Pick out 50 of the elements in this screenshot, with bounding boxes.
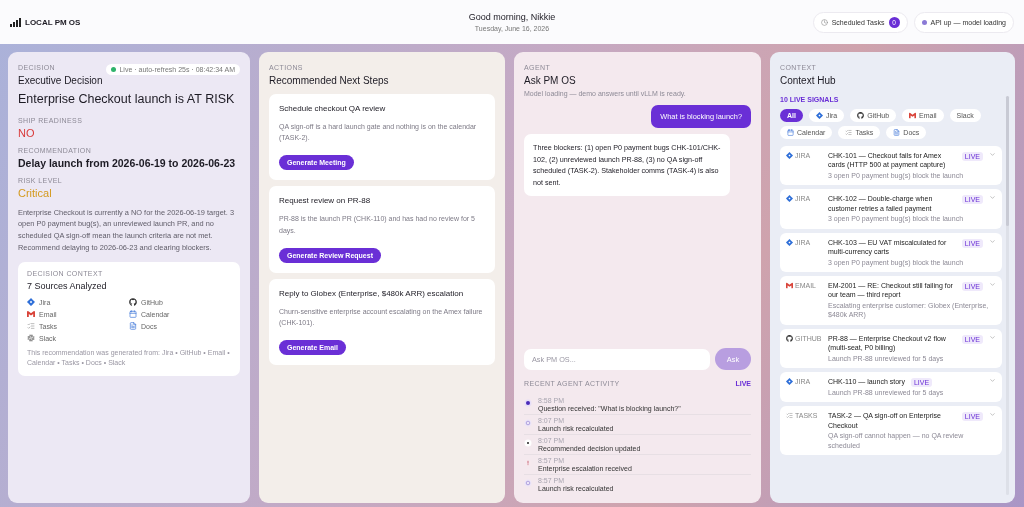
github-icon	[786, 334, 793, 342]
jira-icon	[786, 195, 793, 203]
bars-icon	[10, 17, 21, 27]
field-value: NO	[18, 126, 36, 139]
decision-headline: Enterprise Checkout launch is AT RISK	[18, 92, 236, 108]
calendar-icon	[129, 310, 137, 318]
action-title: Reply to Globex (Enterprise, $480k ARR) escalation	[279, 288, 465, 298]
chevron-icon[interactable]	[989, 333, 996, 341]
checklist-icon	[845, 129, 853, 136]
chevron-icon[interactable]	[989, 151, 996, 158]
dot-icon	[524, 439, 532, 447]
calendar-icon	[787, 129, 794, 136]
jira-icon	[27, 298, 35, 306]
document-icon	[893, 129, 901, 136]
panel-title: Executive Decision	[18, 75, 104, 86]
jira-icon	[786, 152, 793, 159]
action-title: Schedule checkout QA review	[279, 104, 387, 113]
github-icon	[129, 298, 137, 306]
jira-icon	[786, 238, 793, 246]
document-icon	[129, 322, 137, 330]
mail-icon	[27, 310, 35, 318]
scrollbar-thumb[interactable]	[1006, 96, 1009, 226]
chevron-icon[interactable]	[989, 280, 996, 288]
chevron-icon[interactable]	[989, 411, 996, 419]
status-dot-icon	[921, 19, 927, 25]
slack-icon	[27, 334, 35, 342]
status-dot-icon	[111, 67, 117, 72]
action-title: Request review on PR-88	[279, 196, 372, 206]
ring-icon	[524, 479, 532, 487]
clock-icon	[820, 18, 828, 26]
mail-icon	[909, 112, 917, 119]
checklist-icon	[786, 412, 793, 420]
field-value: Delay launch from 2026-06-19 to 2026-06-23	[18, 156, 237, 169]
ring-icon	[524, 419, 532, 427]
card-title: 7 Sources Analyzed	[27, 281, 108, 291]
field-value: Critical	[18, 186, 53, 199]
app-logo: LOCAL PM OS	[25, 17, 81, 27]
chevron-icon[interactable]	[989, 237, 996, 245]
jira-icon	[815, 112, 823, 119]
panel-title: Ask PM OS	[524, 75, 577, 86]
greeting: Good morning, Nikkie	[468, 12, 556, 22]
chevron-icon[interactable]	[989, 377, 996, 384]
checklist-icon	[27, 322, 35, 330]
mail-icon	[786, 281, 793, 289]
jira-icon	[786, 378, 793, 385]
dot-icon	[524, 399, 532, 407]
panel-title: Recommended Next Steps	[269, 75, 390, 86]
panel-title: Context Hub	[780, 75, 837, 86]
chevron-icon[interactable]	[989, 194, 996, 202]
github-icon	[857, 112, 865, 119]
